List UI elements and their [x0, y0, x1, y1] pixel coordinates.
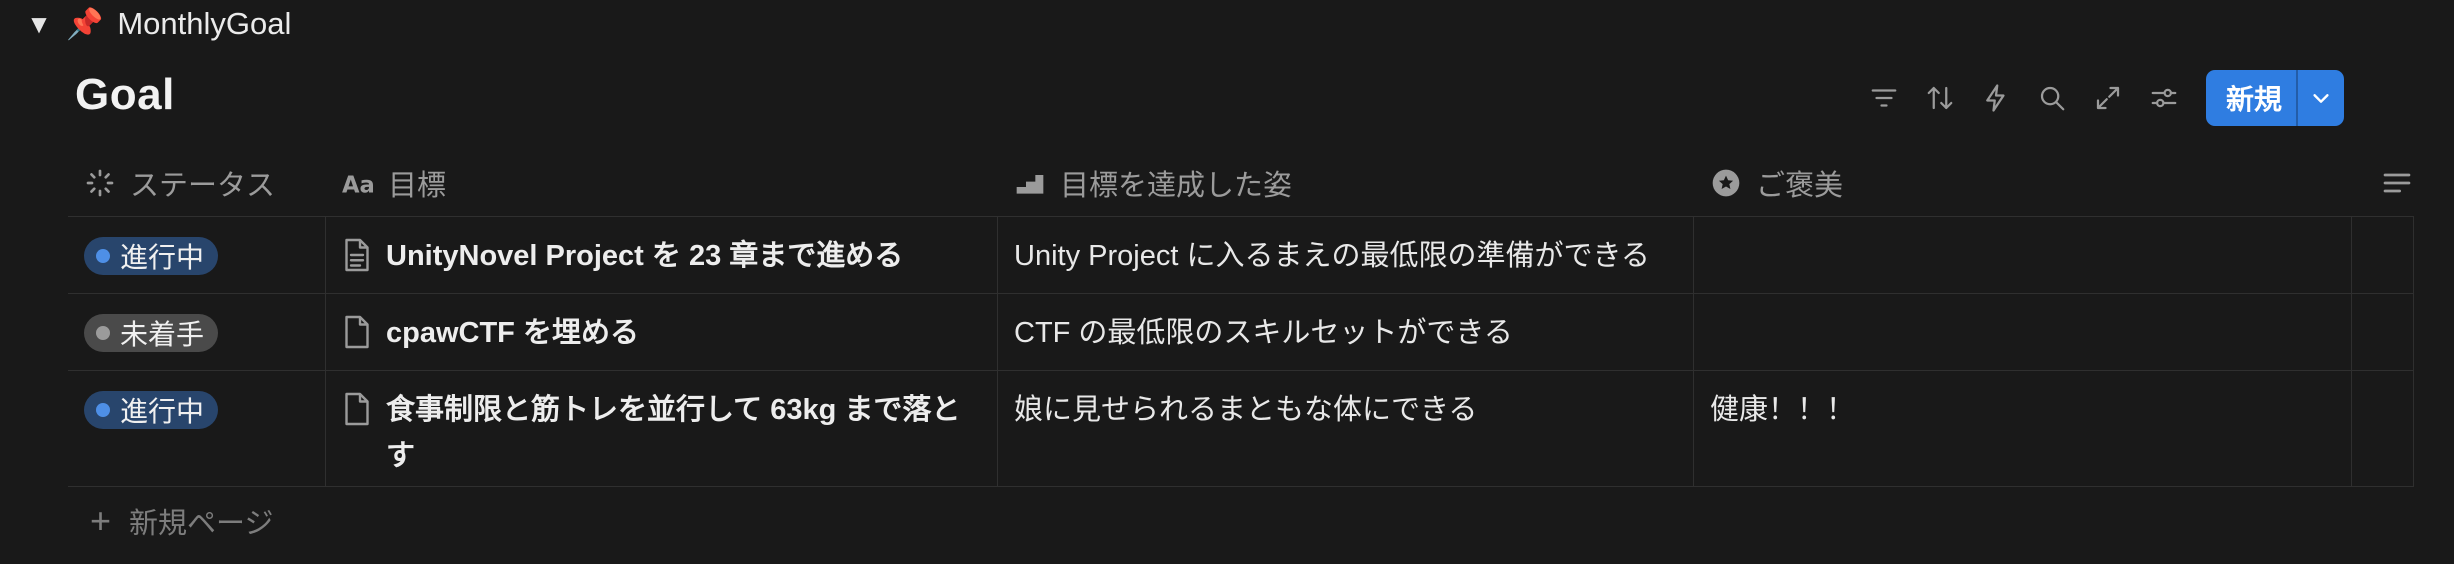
status-cell[interactable]: 未着手 — [68, 294, 326, 370]
toggle-label[interactable]: MonthlyGoal — [117, 6, 291, 42]
table-row[interactable]: 進行中 UnityNovel Project を 23 章まで進める Unity… — [68, 217, 2414, 294]
document-icon — [345, 315, 369, 349]
new-page-label: 新規ページ — [129, 508, 274, 540]
new-dropdown-button[interactable] — [2296, 70, 2344, 126]
search-icon[interactable] — [2024, 70, 2080, 126]
column-header-label: 目標を達成した姿 — [1060, 170, 1293, 202]
goal-title[interactable]: cpawCTF を埋める — [386, 294, 639, 356]
star-icon — [1712, 169, 1740, 197]
database-table: ステータス Aa 目標 目標を達成した姿 ご褒美 進行中 UnityNovel … — [68, 150, 2414, 487]
toggle-caret-icon[interactable]: ▼ — [26, 9, 52, 40]
progress-icon — [1016, 175, 1044, 194]
table-row[interactable]: 進行中 食事制限と筋トレを並行して 63kg まで落とす 娘に見せられるまともな… — [68, 371, 2414, 487]
achieved-text: Unity Project に入るまえの最低限の準備ができる — [1014, 240, 1650, 272]
toggle-header[interactable]: ▼ 📌 MonthlyGoal — [26, 4, 291, 44]
new-button-group: 新規 — [2205, 70, 2344, 126]
reward-cell[interactable] — [1694, 294, 2352, 370]
status-label: 進行中 — [120, 396, 205, 427]
new-page-button[interactable]: + 新規ページ — [90, 500, 273, 542]
column-header-label: 目標 — [388, 170, 447, 202]
plus-icon: + — [90, 500, 112, 541]
status-label: 進行中 — [120, 242, 205, 273]
status-badge: 未着手 — [84, 314, 219, 352]
status-dot — [96, 403, 110, 417]
new-button[interactable]: 新規 — [2206, 70, 2296, 126]
status-label: 未着手 — [120, 319, 205, 350]
automation-icon[interactable] — [1968, 70, 2024, 126]
goal-cell[interactable]: cpawCTF を埋める — [326, 294, 998, 370]
achieved-cell[interactable]: 娘に見せられるまともな体にできる — [998, 371, 1694, 486]
status-cell[interactable]: 進行中 — [68, 217, 326, 293]
column-header-label: ステータス — [130, 170, 276, 202]
achieved-text: CTF の最低限のスキルセットができる — [1014, 317, 1513, 349]
empty-cell — [2352, 371, 2414, 486]
status-icon — [86, 169, 114, 197]
status-badge: 進行中 — [84, 391, 219, 429]
toolbar: 新規 — [1856, 70, 2344, 126]
database-view: ▼ 📌 MonthlyGoal Goal 新規 ステータス Aa 目標 目標を達… — [0, 0, 2454, 564]
document-lines-icon — [345, 238, 369, 272]
reward-cell[interactable]: 健康！！！ — [1694, 371, 2352, 486]
status-dot — [96, 326, 110, 340]
column-options-button[interactable] — [2352, 150, 2414, 216]
status-cell[interactable]: 進行中 — [68, 371, 326, 486]
column-header-label: ご褒美 — [1756, 170, 1844, 202]
expand-icon[interactable] — [2080, 70, 2136, 126]
empty-cell — [2352, 294, 2414, 370]
pin-icon: 📌 — [66, 7, 104, 41]
goal-title[interactable]: UnityNovel Project を 23 章まで進める — [386, 217, 903, 279]
svg-text:Aa: Aa — [342, 172, 374, 198]
filter-icon[interactable] — [1856, 70, 1912, 126]
table-row[interactable]: 未着手 cpawCTF を埋める CTF の最低限のスキルセットができる — [68, 294, 2414, 371]
column-header-status[interactable]: ステータス — [68, 150, 326, 216]
text-property-icon: Aa — [342, 172, 374, 198]
achieved-cell[interactable]: Unity Project に入るまえの最低限の準備ができる — [998, 217, 1694, 293]
column-header-goal[interactable]: Aa 目標 — [326, 150, 998, 216]
settings-icon[interactable] — [2136, 70, 2192, 126]
reward-text: 健康！！！ — [1710, 394, 1856, 426]
table-header-row: ステータス Aa 目標 目標を達成した姿 ご褒美 — [68, 150, 2414, 217]
goal-cell[interactable]: UnityNovel Project を 23 章まで進める — [326, 217, 998, 293]
achieved-text: 娘に見せられるまともな体にできる — [1014, 394, 1478, 426]
column-header-reward[interactable]: ご褒美 — [1694, 150, 2352, 216]
reward-cell[interactable] — [1694, 217, 2352, 293]
database-title[interactable]: Goal — [75, 70, 175, 120]
empty-cell — [2352, 217, 2414, 293]
status-badge: 進行中 — [84, 237, 219, 275]
column-header-achieved[interactable]: 目標を達成した姿 — [998, 150, 1694, 216]
achieved-cell[interactable]: CTF の最低限のスキルセットができる — [998, 294, 1694, 370]
chevron-down-icon — [2313, 94, 2329, 103]
status-dot — [96, 249, 110, 263]
goal-cell[interactable]: 食事制限と筋トレを並行して 63kg まで落とす — [326, 371, 998, 486]
goal-title[interactable]: 食事制限と筋トレを並行して 63kg まで落とす — [386, 371, 981, 479]
document-icon — [345, 392, 369, 426]
menu-lines-icon — [2383, 173, 2411, 193]
sort-icon[interactable] — [1912, 70, 1968, 126]
